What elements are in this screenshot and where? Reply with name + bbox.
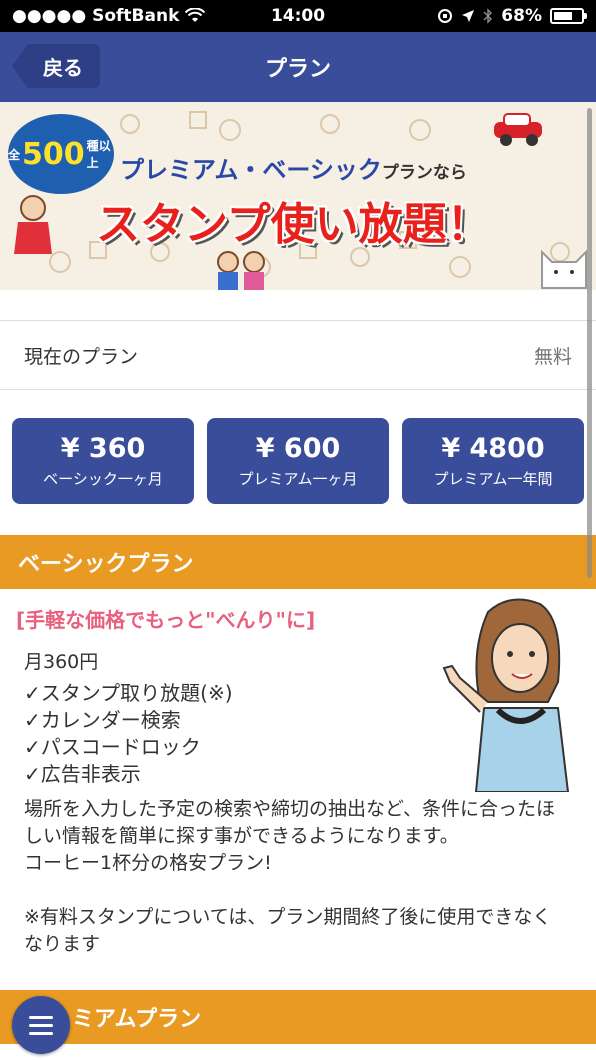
banner-bigline: スタンプ使い放題！ [96, 199, 491, 250]
premium-monthly-button[interactable]: ¥ 600 プレミアム一ヶ月 [207, 418, 389, 504]
banner-headline-suffix: プランなら [381, 163, 467, 183]
premium-yearly-button[interactable]: ¥ 4800 プレミアム一年間 [402, 418, 584, 504]
battery-percent: 68% [501, 6, 542, 26]
current-plan-label: 現在のプラン [24, 345, 139, 368]
current-plan-row: 現在のプラン 無料 [0, 320, 596, 390]
promo-banner[interactable]: 全 500 種以上 プレミアム・ベーシックプランなら スタンプ使い放題！ [0, 102, 596, 290]
bluetooth-icon [483, 8, 493, 24]
banner-headline-main: プレミアム・ベーシック [120, 156, 382, 184]
orientation-lock-icon [438, 9, 453, 23]
scrollbar[interactable] [587, 108, 592, 578]
battery-icon [550, 8, 587, 24]
price-label: ベーシック一ヶ月 [43, 470, 163, 488]
premium-plan-header: ミアムプラン [0, 990, 596, 1044]
wifi-icon [185, 8, 206, 22]
hamburger-icon [29, 1031, 53, 1035]
status-left: ●●●●● SoftBank [12, 6, 232, 26]
price-buttons: ¥ 360 ベーシック一ヶ月 ¥ 600 プレミアム一ヶ月 ¥ 4800 プレミ… [12, 418, 584, 504]
location-icon [462, 10, 475, 22]
price-label: プレミアム一ヶ月 [238, 470, 358, 488]
hamburger-icon [29, 1023, 53, 1027]
menu-button[interactable] [12, 996, 70, 1054]
battery-fill [554, 12, 572, 20]
woman-illustration [442, 598, 570, 792]
hamburger-icon [29, 1015, 53, 1019]
status-time: 14:00 [270, 6, 326, 26]
banner-headline: プレミアム・ベーシックプランなら [120, 150, 467, 185]
couple-sticker-icon [217, 251, 265, 290]
badge-prefix: 全 [8, 147, 21, 162]
status-bar: ●●●●● SoftBank 14:00 68% [0, 0, 596, 32]
price-amount: ¥ 4800 [441, 433, 545, 464]
basic-monthly-button[interactable]: ¥ 360 ベーシック一ヶ月 [12, 418, 194, 504]
badge-suffix: 種以上 [86, 139, 111, 170]
price-label: プレミアム一年間 [433, 470, 553, 488]
basic-plan-description: 場所を入力した予定の検索や締切の抽出など、条件に合ったほしい情報を簡単に探す事が… [24, 798, 556, 955]
badge-number: 500 [22, 136, 85, 172]
girl-sticker-icon [14, 195, 52, 254]
current-plan-value: 無料 [533, 345, 572, 368]
back-button[interactable]: 戻る [12, 44, 100, 88]
nav-bar: 戻る プラン [0, 32, 596, 102]
status-right: 68% [364, 6, 587, 26]
car-sticker-icon [494, 113, 542, 146]
page-title: プラン [264, 57, 331, 82]
price-amount: ¥ 360 [60, 433, 146, 464]
cat-sticker-icon [541, 249, 587, 289]
carrier-label: ●●●●● SoftBank [12, 6, 180, 26]
price-amount: ¥ 600 [255, 433, 341, 464]
stamp-count-badge: 全 500 種以上 [8, 114, 114, 194]
basic-plan-header: ベーシックプラン [0, 535, 596, 589]
